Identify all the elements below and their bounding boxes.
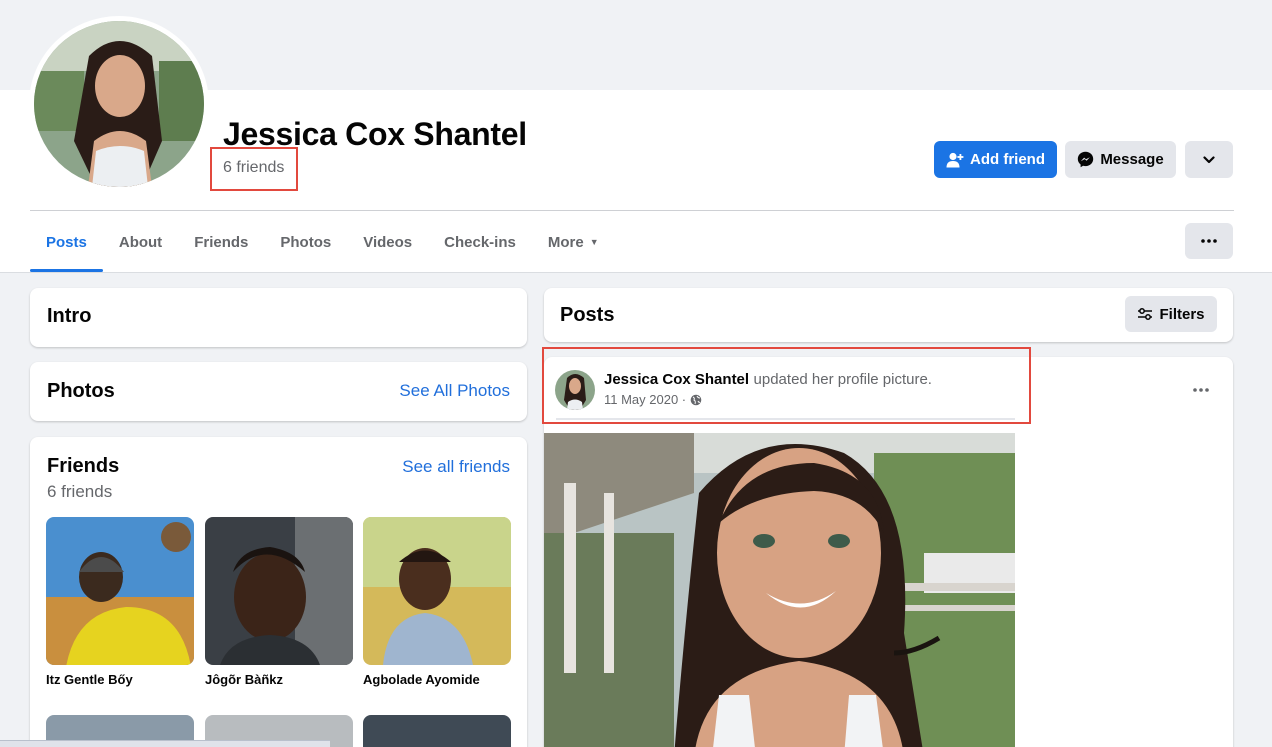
more-options-dropdown-button[interactable] <box>1185 141 1233 178</box>
tab-videos[interactable]: Videos <box>347 222 428 262</box>
add-friend-label: Add friend <box>970 151 1045 168</box>
profile-photo <box>34 21 204 187</box>
post-options-button[interactable] <box>1193 379 1213 392</box>
post-action-text: updated her profile picture. <box>753 371 932 388</box>
tab-more-label: More <box>547 233 584 251</box>
friend-photo <box>205 517 353 665</box>
posts-header-card: Posts Filters <box>544 288 1233 342</box>
profile-friend-count[interactable]: 6 friends <box>223 159 284 177</box>
posts-title: Posts <box>560 304 615 326</box>
ellipsis-icon <box>1193 388 1209 392</box>
friends-count: 6 friends <box>47 482 113 501</box>
profile-name: Jessica Cox Shantel <box>223 116 527 152</box>
friend-name: Itz Gentle Bőy <box>46 672 133 687</box>
chevron-down-icon <box>1203 155 1215 163</box>
filters-button[interactable]: Filters <box>1125 296 1217 332</box>
caret-down-icon: ▼ <box>589 237 599 247</box>
tab-check-ins[interactable]: Check-ins <box>428 222 532 262</box>
friend-photo <box>46 517 194 665</box>
post-image[interactable] <box>544 433 1015 747</box>
friend-name: Agbolade Ayomide <box>363 672 480 687</box>
post-author-avatar[interactable] <box>555 370 595 410</box>
tab-friends[interactable]: Friends <box>178 222 264 262</box>
message-label: Message <box>1100 151 1164 168</box>
profile-avatar[interactable] <box>29 16 209 192</box>
friends-card: Friends 6 friends See all friends Itz Ge… <box>30 437 527 747</box>
tab-about-label: About <box>118 233 163 251</box>
message-button[interactable]: Message <box>1065 141 1176 178</box>
profile-more-button[interactable] <box>1185 223 1233 259</box>
filters-icon <box>1138 308 1153 320</box>
friends-title: Friends <box>47 455 120 477</box>
friend-name: Jôgõr Bàñkz <box>205 672 284 687</box>
messenger-icon <box>1078 151 1094 168</box>
friend-tile[interactable]: Agbolade Ayomide <box>363 517 511 687</box>
tab-friends-label: Friends <box>194 233 249 251</box>
tab-posts[interactable]: Posts <box>30 222 103 272</box>
filters-label: Filters <box>1159 305 1205 323</box>
tab-more[interactable]: More ▼ <box>532 222 615 262</box>
tab-about[interactable]: About <box>103 222 178 262</box>
tab-photos-label: Photos <box>280 233 332 251</box>
tab-posts-label: Posts <box>46 233 87 251</box>
post-author-name[interactable]: Jessica Cox Shantel <box>604 371 749 388</box>
ellipsis-icon <box>1201 239 1217 243</box>
post-header-line: Jessica Cox Shantel updated her profile … <box>604 371 932 389</box>
friend-photo <box>363 517 511 665</box>
post-card: Jessica Cox Shantel updated her profile … <box>544 357 1233 747</box>
add-friend-button[interactable]: Add friend <box>934 141 1057 178</box>
header-divider <box>30 210 1234 211</box>
friend-photo-partial[interactable] <box>363 715 511 747</box>
post-date[interactable]: 11 May 2020 · <box>604 392 686 407</box>
see-all-friends-link[interactable]: See all friends <box>402 457 510 477</box>
friend-tile[interactable]: Itz Gentle Bőy <box>46 517 194 687</box>
see-all-photos-link[interactable]: See All Photos <box>399 381 510 401</box>
tab-photos[interactable]: Photos <box>264 222 347 262</box>
tab-videos-label: Videos <box>363 233 413 251</box>
profile-tabs: Posts About Friends Photos Videos Check-… <box>30 222 615 272</box>
browser-status-bar <box>0 740 330 747</box>
intro-title: Intro <box>47 305 92 327</box>
photos-title: Photos <box>47 380 115 402</box>
photos-card: Photos See All Photos <box>30 362 527 421</box>
post-date-row: 11 May 2020 · <box>604 392 702 407</box>
add-person-icon <box>946 152 964 167</box>
post-header-separator <box>556 418 1015 420</box>
friend-tile[interactable]: Jôgõr Bàñkz <box>205 517 353 687</box>
globe-icon <box>690 394 702 405</box>
intro-card: Intro <box>30 288 527 347</box>
tab-check-ins-label: Check-ins <box>444 233 516 251</box>
